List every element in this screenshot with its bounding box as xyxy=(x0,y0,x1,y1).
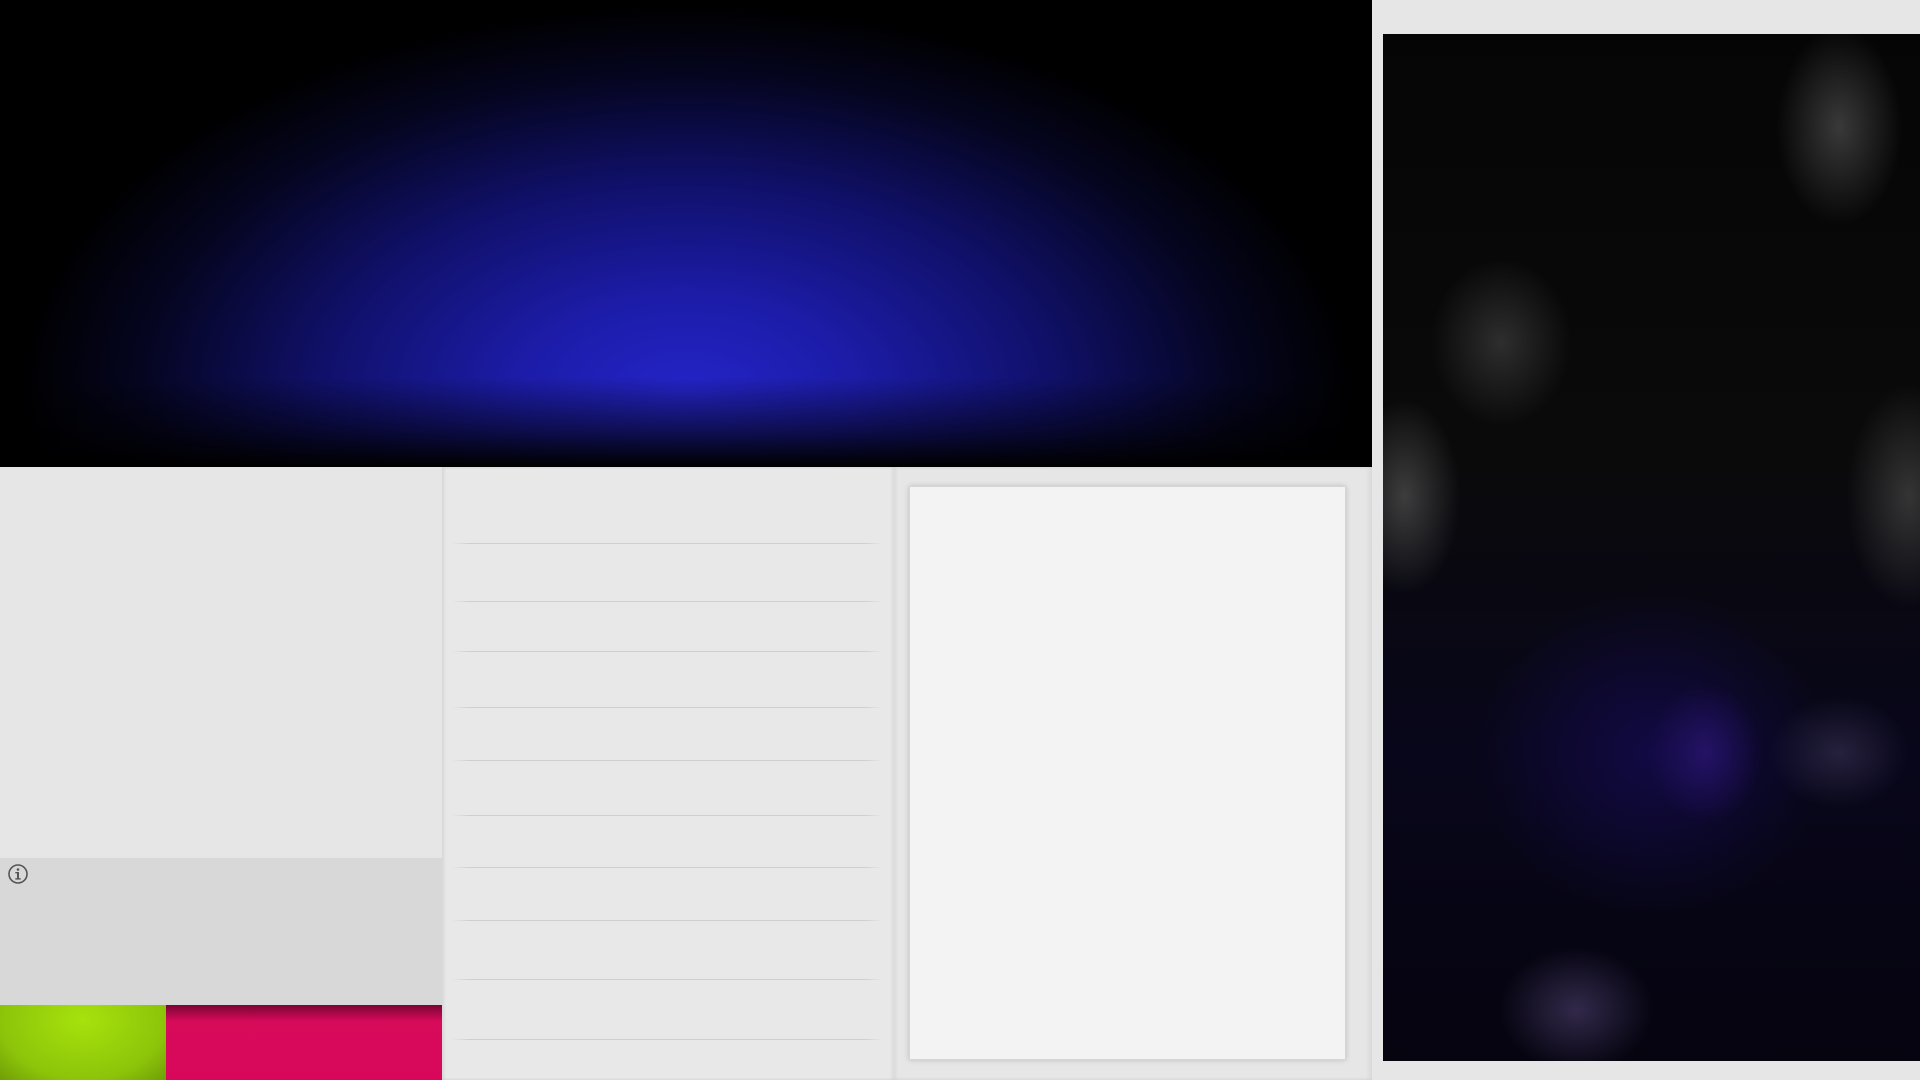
list-divider xyxy=(452,707,882,708)
green-action-button[interactable] xyxy=(0,1005,166,1080)
app-root xyxy=(0,0,1920,1080)
hero-banner xyxy=(0,0,1372,467)
list-divider xyxy=(452,979,882,980)
list-divider xyxy=(452,543,882,544)
info-panel xyxy=(0,858,442,1005)
info-circle-icon[interactable] xyxy=(7,863,29,885)
detail-card xyxy=(909,486,1346,1060)
pink-action-button[interactable] xyxy=(166,1005,442,1080)
list-panel xyxy=(442,467,894,1080)
list-divider xyxy=(452,815,882,816)
list-divider xyxy=(452,1039,882,1040)
list-divider xyxy=(452,651,882,652)
media-preview[interactable] xyxy=(1383,34,1920,1061)
list-divider xyxy=(452,867,882,868)
list-divider xyxy=(452,601,882,602)
list-divider xyxy=(452,920,882,921)
list-divider xyxy=(452,760,882,761)
